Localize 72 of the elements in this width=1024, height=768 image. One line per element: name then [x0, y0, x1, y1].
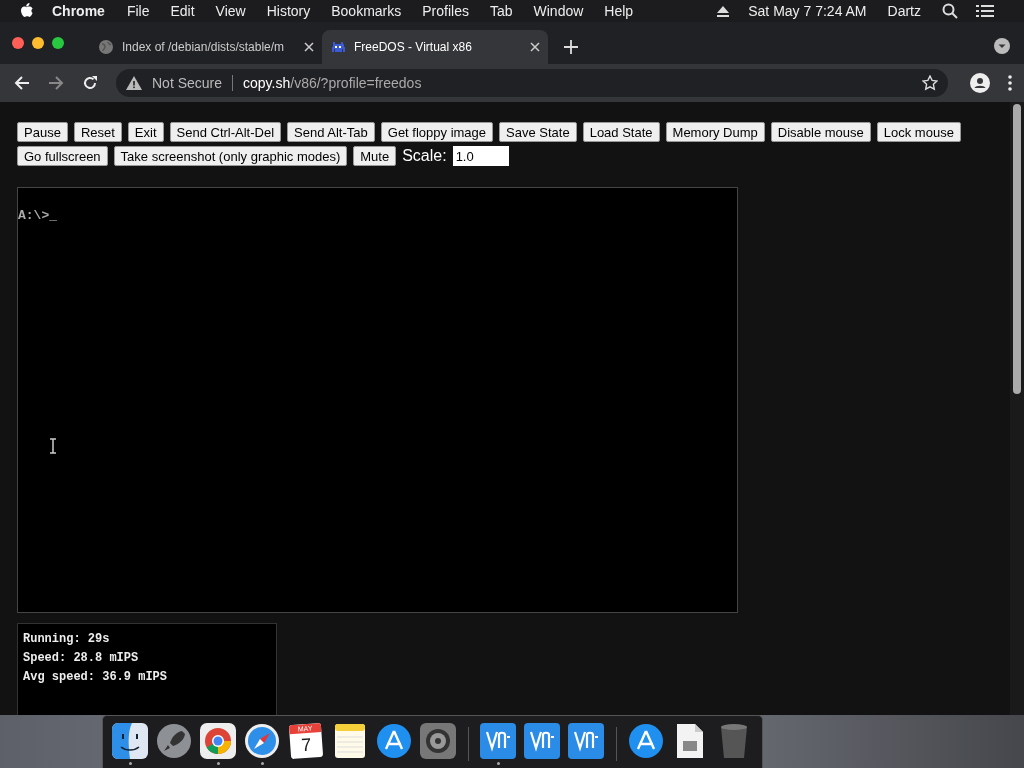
emulator-button[interactable]: Send Alt-Tab	[287, 122, 375, 142]
menu-item[interactable]: File	[126, 3, 150, 19]
finder-icon[interactable]	[112, 722, 148, 759]
browser-tab[interactable]: Index of /debian/dists/stable/m	[90, 30, 322, 64]
kebab-menu-icon[interactable]	[1008, 75, 1012, 91]
list-icon[interactable]	[976, 4, 994, 18]
profile-icon[interactable]	[970, 73, 990, 93]
star-icon[interactable]	[922, 75, 938, 91]
emulator-button[interactable]: Exit	[127, 122, 164, 142]
eject-icon[interactable]	[716, 5, 731, 17]
vnc-icon[interactable]	[568, 722, 604, 759]
stat-line: Avg speed: 36.9 mIPS	[23, 669, 169, 686]
apple-icon[interactable]	[20, 3, 34, 19]
app-store-icon[interactable]	[376, 722, 412, 759]
emulator-button[interactable]: Take screenshot (only graphic modes)	[113, 146, 348, 166]
scale-field[interactable]: 1.0	[452, 146, 509, 166]
chrome-icon[interactable]	[200, 722, 236, 759]
scale-label: Scale:	[402, 147, 447, 165]
address-bar[interactable]: Not Secure copy.sh/v86/?profile=freedos	[116, 69, 948, 97]
trash-icon[interactable]	[719, 722, 749, 759]
invader-icon	[330, 39, 346, 55]
scrollbar[interactable]	[1010, 102, 1024, 715]
close-window-button[interactable]	[12, 37, 24, 49]
tab-search-icon[interactable]	[994, 38, 1010, 54]
emulator-button[interactable]: Load State	[582, 122, 660, 142]
text-cursor-icon	[49, 438, 57, 454]
warning-icon	[126, 76, 142, 90]
app-store-icon[interactable]	[628, 722, 664, 759]
close-tab-icon[interactable]	[530, 42, 540, 52]
emulator-button[interactable]: Memory Dump	[665, 122, 765, 142]
new-tab-icon[interactable]	[564, 40, 578, 54]
emulator-button[interactable]: Pause	[17, 122, 68, 142]
emulator-button[interactable]: Get floppy image	[380, 122, 494, 142]
menu-item[interactable]: Profiles	[422, 3, 469, 19]
emulator-button[interactable]: Go fullscreen	[17, 146, 108, 166]
menu-item[interactable]: Edit	[170, 3, 195, 19]
menu-item[interactable]: Bookmarks	[331, 3, 402, 19]
back-icon[interactable]	[14, 75, 30, 91]
browser-tab[interactable]: FreeDOS - Virtual x86	[322, 30, 548, 64]
emulator-button[interactable]: Reset	[73, 122, 122, 142]
emulator-button[interactable]: Save State	[499, 122, 577, 142]
user-menu[interactable]: Dartz	[887, 3, 921, 19]
minimize-button[interactable]	[32, 37, 44, 49]
emulator-screen[interactable]: A:\>_	[17, 187, 738, 613]
compass-icon[interactable]	[244, 722, 280, 759]
url-text: copy.sh/v86/?profile=freedos	[243, 75, 422, 91]
emulator-button[interactable]: Disable mouse	[770, 122, 871, 142]
document-icon[interactable]	[675, 722, 705, 759]
emulator-button[interactable]: Mute	[353, 146, 397, 166]
reload-icon[interactable]	[82, 75, 98, 91]
notepad-icon[interactable]	[333, 722, 367, 759]
search-icon[interactable]	[942, 3, 958, 19]
emulator-button[interactable]: Lock mouse	[876, 122, 961, 142]
menu-item[interactable]: History	[266, 3, 311, 19]
globe-icon	[98, 39, 114, 55]
dos-prompt: A:\>_	[18, 208, 57, 223]
vnc-icon[interactable]	[524, 722, 560, 759]
close-tab-icon[interactable]	[304, 42, 314, 52]
menu-item[interactable]: View	[215, 3, 246, 19]
stat-line: Running: 29s	[23, 631, 111, 648]
stat-line: Speed: 28.8 mIPS	[23, 650, 140, 667]
vnc-icon[interactable]	[480, 722, 516, 759]
zoom-button[interactable]	[52, 37, 64, 49]
security-label: Not Secure	[152, 75, 223, 91]
scrollbar-thumb[interactable]	[1013, 104, 1021, 394]
menu-item[interactable]: Help	[604, 3, 634, 19]
menu-item[interactable]: Window	[533, 3, 584, 19]
app-menu[interactable]: Chrome	[52, 3, 105, 19]
menu-clock[interactable]: Sat May 7 7:24 AM	[748, 3, 867, 19]
emulator-button[interactable]: Send Ctrl-Alt-Del	[169, 122, 282, 142]
forward-icon[interactable]	[48, 75, 64, 91]
menu-item[interactable]: Tab	[489, 3, 513, 19]
